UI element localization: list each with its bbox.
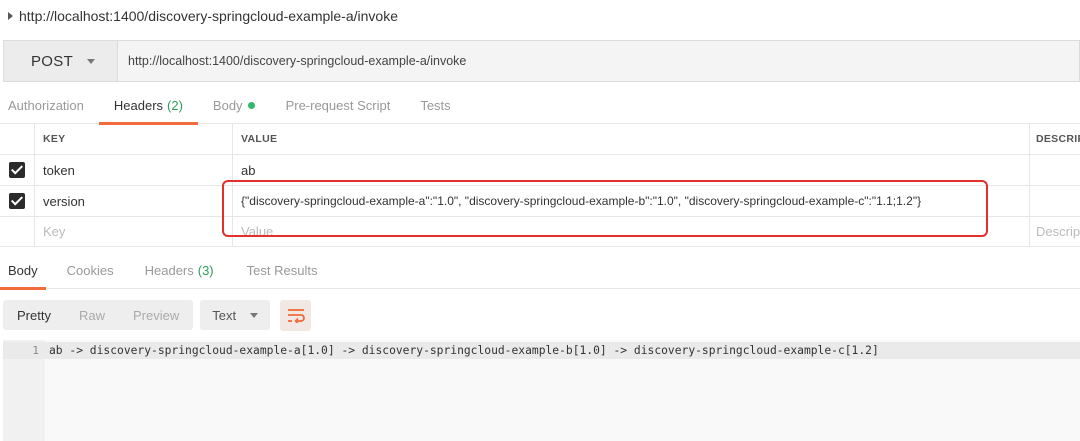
tab-body-label: Body [212, 98, 243, 113]
response-editor[interactable]: 1 ab -> discovery-springcloud-example-a[… [3, 340, 1080, 441]
row-checkbox[interactable] [9, 162, 25, 178]
line-number: 1 [32, 344, 39, 357]
description-column-header: DESCRIPT [1036, 133, 1080, 145]
table-row-new: Key Value Descrip [0, 217, 1080, 247]
key-cell[interactable]: token [35, 155, 233, 185]
pretty-button[interactable]: Pretty [3, 300, 65, 330]
description-cell[interactable] [1030, 186, 1080, 216]
raw-button[interactable]: Raw [65, 300, 119, 330]
view-mode-group: Pretty Raw Preview [3, 300, 194, 330]
tab-response-body[interactable]: Body [0, 253, 46, 290]
tab-pre-request-script[interactable]: Pre-request Script [286, 88, 391, 124]
response-toolbar: Pretty Raw Preview Text [3, 299, 312, 331]
request-tabs: Authorization Headers (2) Body Pre-reque… [0, 88, 1080, 125]
tab-response-headers-count: (3) [197, 263, 214, 278]
request-title-row[interactable]: http://localhost:1400/discovery-springcl… [0, 0, 1080, 32]
tab-body[interactable]: Body [213, 88, 255, 124]
key-placeholder[interactable]: Key [35, 217, 233, 246]
table-row: token ab [0, 155, 1080, 186]
row-checkbox-cell [0, 155, 35, 185]
url-input[interactable]: http://localhost:1400/discovery-springcl… [118, 40, 1080, 82]
tab-response-body-label: Body [8, 263, 38, 278]
method-label: POST [31, 52, 74, 70]
wrap-lines-icon [287, 309, 305, 323]
table-header-row: KEY VALUE DESCRIPT [0, 124, 1080, 155]
format-select[interactable]: Text [200, 300, 271, 330]
request-bar: POST http://localhost:1400/discovery-spr… [3, 40, 1080, 82]
method-select[interactable]: POST [3, 40, 118, 82]
value-placeholder[interactable]: Value [233, 217, 1030, 246]
value-cell[interactable]: ab [233, 155, 1030, 185]
wrap-lines-button[interactable] [280, 299, 312, 331]
tab-response-headers-label: Headers [144, 263, 194, 278]
chevron-down-icon [87, 58, 96, 64]
format-select-label: Text [212, 307, 237, 323]
key-cell[interactable]: version [35, 186, 233, 216]
tab-tests[interactable]: Tests [420, 88, 450, 124]
value-cell[interactable]: {"discovery-springcloud-example-a":"1.0"… [233, 186, 1030, 216]
value-column-header: VALUE [233, 124, 1030, 154]
tab-headers-count: (2) [167, 98, 183, 113]
tab-test-results[interactable]: Test Results [247, 253, 318, 289]
response-tabs: Body Cookies Headers (3) Test Results [0, 253, 1080, 290]
tab-test-results-label: Test Results [246, 263, 318, 278]
tab-authorization-label: Authorization [8, 98, 84, 113]
caret-right-icon[interactable] [8, 12, 13, 20]
description-placeholder[interactable]: Descrip [1030, 217, 1080, 246]
tab-cookies[interactable]: Cookies [67, 253, 114, 289]
chevron-down-icon [250, 312, 259, 318]
tab-headers[interactable]: Headers (2) [98, 88, 198, 125]
row-checkbox[interactable] [9, 193, 25, 209]
row-checkbox-cell [0, 217, 35, 246]
tab-cookies-label: Cookies [66, 263, 114, 278]
request-title: http://localhost:1400/discovery-springcl… [19, 8, 398, 24]
tab-headers-label: Headers [113, 98, 164, 113]
key-column-header: KEY [35, 124, 233, 154]
tab-response-headers[interactable]: Headers (3) [145, 253, 214, 289]
row-checkbox-cell [0, 186, 35, 216]
preview-button[interactable]: Preview [119, 300, 193, 330]
description-cell[interactable] [1030, 155, 1080, 185]
tab-tests-label: Tests [420, 98, 451, 113]
table-row: version {"discovery-springcloud-example-… [0, 186, 1080, 217]
response-body-text: ab -> discovery-springcloud-example-a[1.… [49, 344, 879, 357]
check-column-header [0, 124, 35, 154]
tab-pre-request-label: Pre-request Script [285, 98, 391, 113]
tab-authorization[interactable]: Authorization [8, 88, 84, 124]
body-indicator-dot [247, 102, 255, 109]
